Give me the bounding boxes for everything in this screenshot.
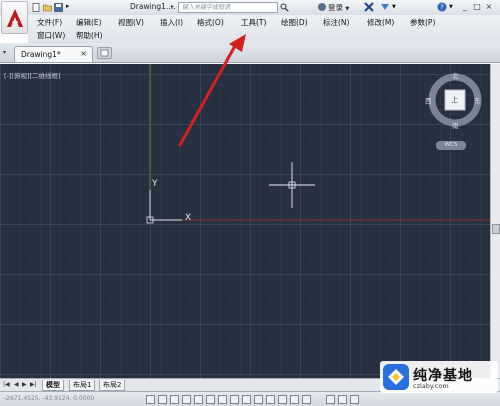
- login-button[interactable]: 登录 ▼: [318, 2, 349, 13]
- polar-tracking-icon[interactable]: [194, 395, 203, 404]
- object-snap-icon[interactable]: [206, 395, 215, 404]
- help-icon[interactable]: ?: [437, 2, 447, 12]
- tab-layout1[interactable]: 布局1: [69, 380, 96, 391]
- tab-close-icon[interactable]: ×: [80, 49, 87, 58]
- first-layout-icon[interactable]: |◀: [3, 381, 10, 388]
- vertical-scrollbar[interactable]: [490, 64, 500, 378]
- search-input[interactable]: 键入关键字或短语: [178, 2, 278, 13]
- menu-tools[interactable]: 工具(T): [241, 17, 266, 28]
- ucs-x-label: X: [185, 213, 191, 223]
- stay-connected-icon[interactable]: [380, 2, 390, 12]
- next-layout-icon[interactable]: ▶: [22, 381, 27, 388]
- snap-mode-icon[interactable]: [158, 395, 167, 404]
- menu-edit[interactable]: 编辑(E): [76, 17, 102, 28]
- ucs-icon: Y X: [146, 179, 191, 224]
- menu-dimension[interactable]: 标注(N): [323, 17, 349, 28]
- quick-view-layouts-icon[interactable]: [338, 395, 347, 404]
- compass-south[interactable]: 南: [452, 120, 459, 130]
- tab-drawing1-label: Drawing1*: [21, 50, 61, 59]
- tab-layout2[interactable]: 布局2: [99, 380, 126, 391]
- watermark-logo-icon: [383, 364, 409, 390]
- status-bar: -2671.4525, -43.9124, 0.0000: [0, 391, 500, 406]
- quick-properties-icon[interactable]: [290, 395, 299, 404]
- crosshair-cursor: [269, 162, 315, 208]
- menu-help[interactable]: 帮助(H): [76, 30, 103, 41]
- scrollbar-thumb[interactable]: [492, 224, 500, 234]
- tab-menu-icon[interactable]: ▾: [3, 49, 6, 56]
- menu-modify[interactable]: 修改(M): [367, 17, 394, 28]
- help-dropdown-icon[interactable]: ▼: [449, 4, 453, 10]
- stay-connected-dropdown-icon[interactable]: ▼: [392, 4, 396, 10]
- maximize-icon[interactable]: □: [471, 1, 483, 13]
- tab-drawing1[interactable]: Drawing1* ×: [14, 46, 93, 62]
- login-label: 登录: [328, 3, 343, 12]
- title-bar: ▸ Drawing1.... ▸ 键入关键字或短语 登录 ▼ ▼ ? ▼ _ □ ×: [0, 0, 500, 15]
- new-tab-button[interactable]: [97, 47, 112, 59]
- menu-insert[interactable]: 插入(I): [160, 17, 183, 28]
- compass-west[interactable]: 西: [425, 95, 432, 105]
- last-layout-icon[interactable]: ▶|: [30, 381, 37, 388]
- exchange-icon[interactable]: [364, 2, 374, 12]
- infer-constraints-icon[interactable]: [146, 395, 155, 404]
- tab-model[interactable]: 模型: [42, 380, 64, 391]
- menu-parametric[interactable]: 参数(P): [410, 17, 435, 28]
- document-title: Drawing1....: [130, 2, 176, 11]
- transparency-icon[interactable]: [278, 395, 287, 404]
- autocad-logo-icon: [7, 9, 23, 27]
- selection-cycling-icon[interactable]: [302, 395, 311, 404]
- menu-draw[interactable]: 绘图(D): [281, 17, 308, 28]
- quick-view-drawings-icon[interactable]: [350, 395, 359, 404]
- menu-window[interactable]: 窗口(W): [37, 30, 65, 41]
- lineweight-icon[interactable]: [266, 395, 275, 404]
- compass-east[interactable]: 东: [474, 95, 481, 105]
- minimize-icon[interactable]: _: [459, 1, 471, 13]
- viewcube-top-face[interactable]: 上: [451, 95, 458, 105]
- viewcube[interactable]: 北 南 东 西 上: [425, 70, 485, 130]
- user-icon: [318, 3, 326, 11]
- dynamic-ucs-icon[interactable]: [242, 395, 251, 404]
- menu-bar: 文件(F) 编辑(E) 视图(V) 插入(I) 格式(O) 工具(T) 绘图(D…: [28, 15, 500, 43]
- compass-north[interactable]: 北: [452, 70, 459, 80]
- ortho-mode-icon[interactable]: [182, 395, 191, 404]
- close-icon[interactable]: ×: [483, 1, 495, 13]
- drawing-canvas[interactable]: [-][俯视][二维线框] Y X 北 南 东 西 上: [0, 64, 490, 378]
- window-controls: _ □ ×: [459, 1, 495, 13]
- login-dropdown-icon: ▼: [345, 6, 350, 12]
- dynamic-input-icon[interactable]: [254, 395, 263, 404]
- document-tab-strip: ▾ Drawing1* ×: [0, 43, 500, 63]
- model-space-icon[interactable]: [326, 395, 335, 404]
- wcs-menu[interactable]: WCS: [436, 141, 466, 150]
- watermark-url: czlaby.com: [413, 382, 449, 390]
- quick-access-more-icon[interactable]: ▸: [66, 2, 70, 10]
- prev-layout-icon[interactable]: ◀: [14, 381, 19, 388]
- menu-format[interactable]: 格式(O): [197, 17, 224, 28]
- menu-view[interactable]: 视图(V): [118, 17, 144, 28]
- coordinate-readout: -2671.4525, -43.9124, 0.0000: [4, 395, 95, 402]
- menu-file[interactable]: 文件(F): [37, 17, 62, 28]
- grid-display-icon[interactable]: [170, 395, 179, 404]
- new-file-icon[interactable]: [32, 3, 41, 12]
- object-snap-tracking-icon[interactable]: [230, 395, 239, 404]
- help-glyph: ?: [440, 4, 444, 12]
- search-icon[interactable]: [280, 3, 289, 12]
- canvas-overlay: Y X: [146, 64, 490, 224]
- open-folder-icon[interactable]: [43, 3, 52, 12]
- watermark: 纯净基地 czlaby.com: [380, 361, 498, 393]
- new-tab-icon: [100, 49, 109, 57]
- title-expand-icon[interactable]: ▸: [171, 3, 174, 10]
- 3d-object-snap-icon[interactable]: [218, 395, 227, 404]
- ucs-y-label: Y: [151, 179, 158, 189]
- application-menu-button[interactable]: [1, 1, 28, 34]
- save-icon[interactable]: [54, 3, 63, 12]
